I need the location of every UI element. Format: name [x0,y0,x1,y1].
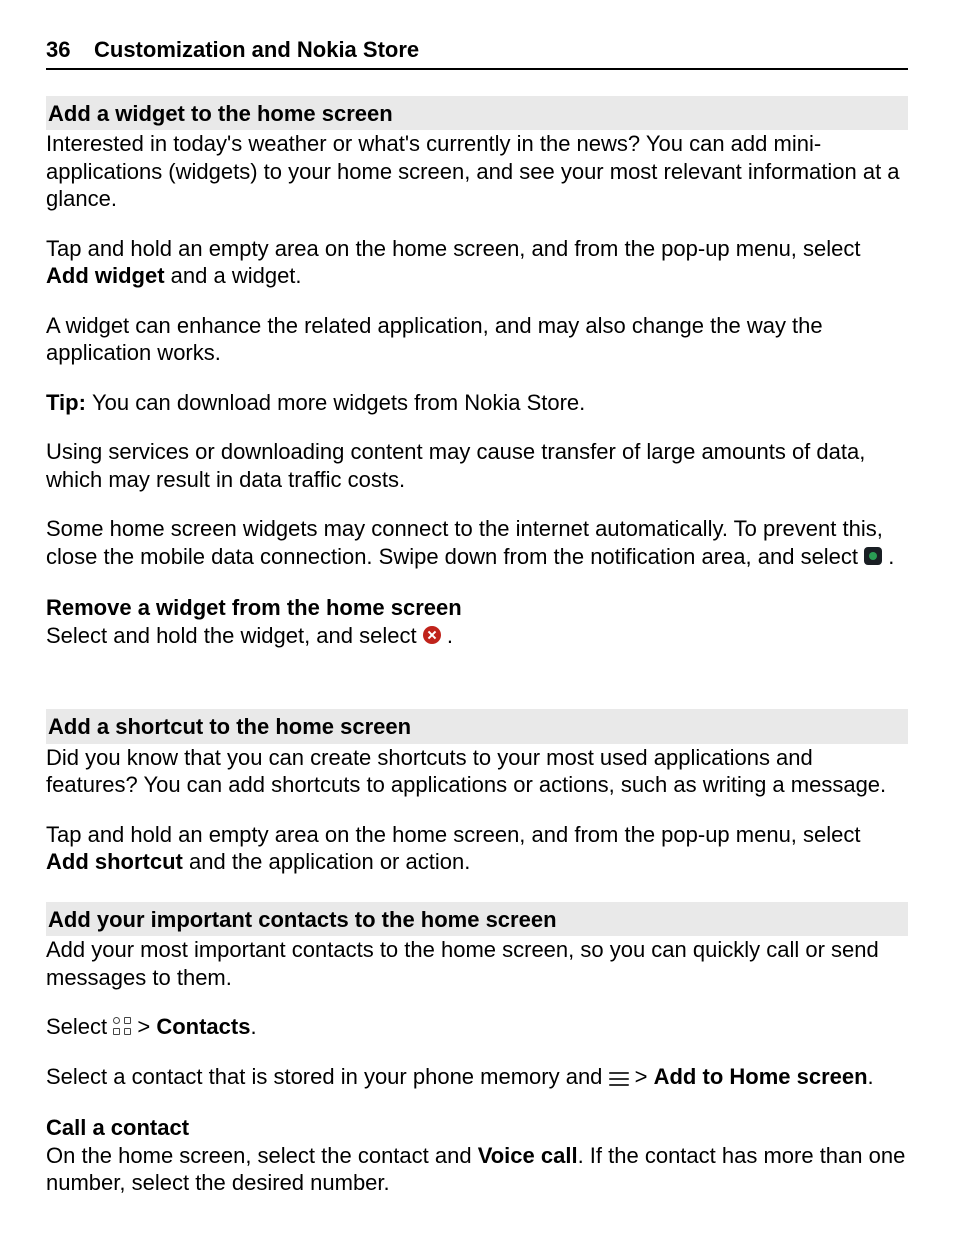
text-run: On the home screen, select the contact a… [46,1143,478,1168]
section-heading: Add a shortcut to the home screen [46,709,908,744]
body-text: Interested in today's weather or what's … [46,130,908,213]
text-run: > [131,1014,156,1039]
text-bold: Contacts [156,1014,250,1039]
tip-label: Tip: [46,390,92,415]
text-run: Select and hold the widget, and select [46,623,423,648]
body-text: Tip: You can download more widgets from … [46,389,908,417]
sub-heading: Call a contact [46,1114,908,1142]
text-run: Tap and hold an empty area on the home s… [46,236,861,261]
text-bold: Add shortcut [46,849,183,874]
mobile-data-icon [864,547,882,565]
text-run: and a widget. [165,263,302,288]
body-text: Using services or downloading content ma… [46,438,908,493]
text-run: . [441,623,453,648]
body-text: Did you know that you can create shortcu… [46,744,908,799]
text-run: Select [46,1014,113,1039]
document-page: 36 Customization and Nokia Store Add a w… [0,0,954,1258]
text-run: . [882,544,894,569]
page-number: 36 [46,36,94,64]
body-text: Select a contact that is stored in your … [46,1063,908,1091]
text-bold: Add widget [46,263,165,288]
menu-icon [609,1072,629,1086]
text-bold: Voice call [478,1143,578,1168]
text-run: Some home screen widgets may connect to … [46,516,883,569]
text-run: . [868,1064,874,1089]
body-text: Tap and hold an empty area on the home s… [46,235,908,290]
apps-grid-icon [113,1017,131,1035]
section-heading: Add your important contacts to the home … [46,902,908,937]
body-text: Tap and hold an empty area on the home s… [46,821,908,876]
body-text: Add your most important contacts to the … [46,936,908,991]
page-title: Customization and Nokia Store [94,36,419,64]
body-text: Some home screen widgets may connect to … [46,515,908,570]
body-text: On the home screen, select the contact a… [46,1142,908,1197]
sub-heading: Remove a widget from the home screen [46,594,908,622]
close-icon [423,626,441,644]
text-bold: Add to Home screen [654,1064,868,1089]
body-text: A widget can enhance the related applica… [46,312,908,367]
body-text: Select and hold the widget, and select . [46,622,908,650]
page-header: 36 Customization and Nokia Store [46,36,908,70]
text-run: and the application or action. [183,849,470,874]
text-run: Select a contact that is stored in your … [46,1064,609,1089]
body-text: Select > Contacts. [46,1013,908,1041]
section-heading: Add a widget to the home screen [46,96,908,131]
text-run: You can download more widgets from Nokia… [92,390,585,415]
text-run: . [250,1014,256,1039]
text-run: Tap and hold an empty area on the home s… [46,822,861,847]
text-run: > [629,1064,654,1089]
